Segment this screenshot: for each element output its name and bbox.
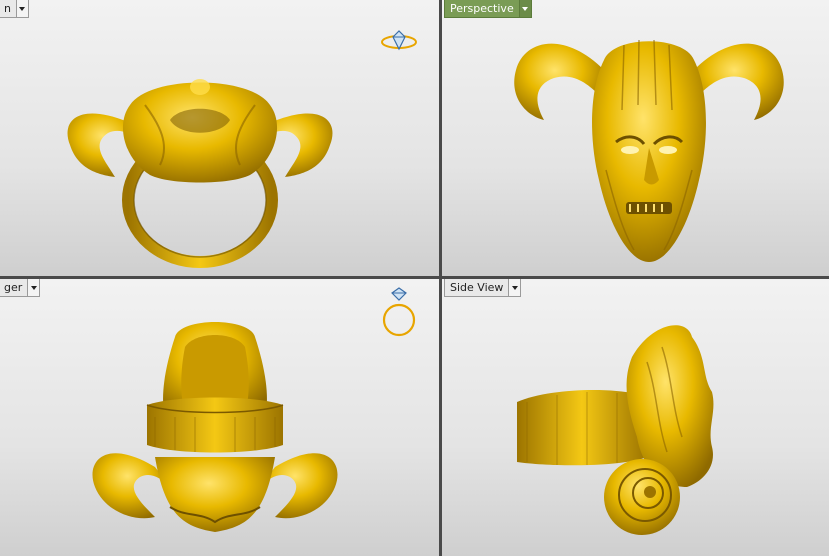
- viewport-label: ger: [4, 281, 23, 294]
- viewport-perspective[interactable]: Perspective: [442, 0, 829, 276]
- viewport-menu-bottom-left[interactable]: ger: [0, 279, 41, 297]
- viewport-menu-perspective[interactable]: Perspective: [444, 0, 532, 18]
- chevron-down-icon[interactable]: [27, 279, 40, 296]
- ring-model-perspective-view: [514, 39, 784, 262]
- viewport-top-left[interactable]: n: [0, 0, 439, 276]
- ring-model-top-view: [67, 79, 333, 268]
- ring-side-gem-icon[interactable]: [379, 29, 419, 53]
- viewport-label: n: [4, 2, 11, 15]
- chevron-down-icon[interactable]: [518, 0, 531, 17]
- viewport-label: Perspective: [450, 2, 514, 15]
- chevron-down-icon[interactable]: [15, 0, 28, 17]
- ring-front-gem-icon[interactable]: [381, 287, 417, 339]
- viewport-menu-side-view[interactable]: Side View: [444, 279, 522, 297]
- ring-model-bottom-view: [92, 322, 338, 532]
- chevron-down-icon[interactable]: [508, 279, 521, 296]
- viewport-menu-top-left[interactable]: n: [0, 0, 29, 18]
- viewport-label: Side View: [450, 281, 504, 294]
- viewport-bottom-left[interactable]: ger: [0, 279, 439, 556]
- viewport-side-view[interactable]: Side View: [442, 279, 829, 556]
- ring-model-side-view: [517, 325, 714, 535]
